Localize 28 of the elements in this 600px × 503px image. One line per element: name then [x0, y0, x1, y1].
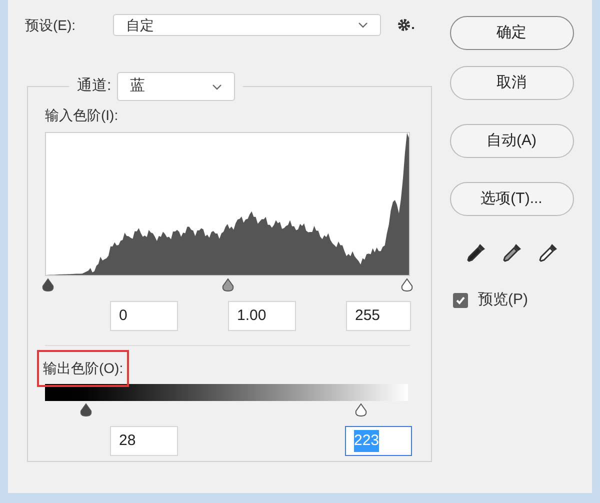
eyedropper-icon[interactable] [536, 242, 558, 264]
slider-thumb[interactable] [41, 278, 55, 292]
preset-label: 预设(E): [25, 16, 77, 35]
preset-dropdown[interactable]: 自定 [113, 14, 381, 36]
output-levels-label: 输出色阶(O): [37, 350, 130, 387]
channel-label: 通道: [77, 76, 112, 96]
slider-thumb[interactable] [400, 278, 414, 292]
slider-thumb[interactable] [354, 403, 368, 417]
checkmark-icon [455, 294, 466, 306]
number-field[interactable]: 1.00 [228, 301, 296, 331]
dialog-button[interactable]: 取消 [450, 66, 574, 100]
settings-icon[interactable] [397, 17, 417, 33]
number-field[interactable]: 255 [346, 301, 411, 331]
channel-dropdown[interactable]: 蓝 [117, 72, 236, 101]
chevron-down-icon [358, 22, 368, 28]
slider-thumb[interactable] [220, 278, 234, 292]
input-levels-label: 输入色阶(I): [45, 106, 120, 125]
preview-label: 预览(P) [478, 290, 528, 310]
preview-checkbox[interactable] [453, 292, 468, 308]
eyedropper-icon[interactable] [464, 242, 486, 264]
number-field[interactable]: 0 [110, 301, 178, 331]
eyedropper-icon[interactable] [500, 242, 522, 264]
dialog-button[interactable]: 选项(T)... [450, 182, 574, 216]
dialog-button[interactable]: 确定 [450, 16, 574, 50]
slider-thumb[interactable] [79, 403, 94, 417]
number-field[interactable]: 28 [110, 426, 178, 456]
dialog-button[interactable]: 自动(A) [450, 124, 574, 158]
chevron-down-icon [212, 84, 222, 90]
